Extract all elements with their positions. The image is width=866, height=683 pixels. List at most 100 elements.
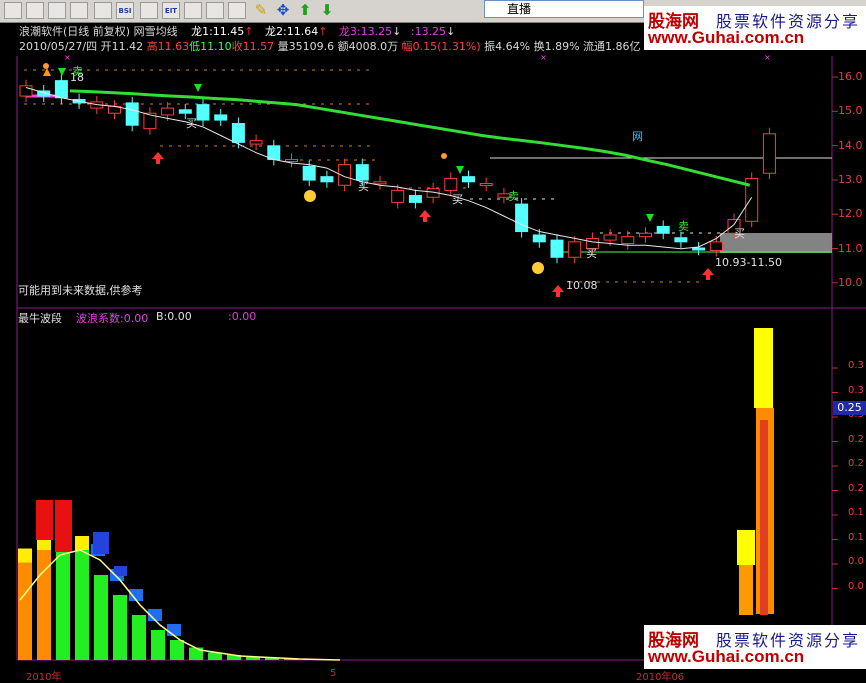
runner-icon bbox=[441, 153, 447, 159]
candle bbox=[515, 203, 529, 233]
watermark-url: www.Guhai.com.cn bbox=[648, 28, 805, 47]
watermark-url: www.Guhai.com.cn bbox=[648, 647, 805, 666]
wave-bar bbox=[113, 595, 127, 660]
wave-cap bbox=[18, 548, 32, 563]
candle bbox=[161, 107, 175, 116]
candle bbox=[408, 195, 422, 203]
buy-label: 买 bbox=[358, 180, 369, 193]
wave-bar bbox=[56, 540, 70, 660]
candle bbox=[373, 181, 387, 185]
candle bbox=[19, 85, 33, 97]
sub-chart-name: 最牛波段 bbox=[18, 312, 62, 325]
candle bbox=[762, 133, 776, 174]
wave-peak-blue bbox=[114, 566, 127, 576]
b-value: B:0.00 bbox=[156, 310, 192, 323]
wave-bar bbox=[189, 647, 203, 660]
wave-bar bbox=[151, 630, 165, 660]
timeline-mid: 2010年06 bbox=[636, 672, 685, 683]
wave-axis-label: 0.1 bbox=[848, 507, 864, 518]
price-axis-label: 14.0 bbox=[838, 138, 863, 152]
candle bbox=[674, 237, 688, 243]
wave-axis-label: 0.3 bbox=[848, 384, 864, 396]
watermark-bottom: 股海网 股票软件资源分享 www.Guhai.com.cn bbox=[644, 625, 866, 669]
price-axis-label: 12.0 bbox=[838, 207, 863, 221]
range-label: 10.93-11.50 bbox=[715, 256, 782, 269]
wave-bar bbox=[170, 640, 184, 660]
net-label: 网 bbox=[632, 130, 643, 143]
wave-peak-red bbox=[36, 500, 53, 540]
wave-bar-right-5 bbox=[760, 420, 768, 615]
x-marker-icon: × bbox=[64, 53, 71, 62]
candle bbox=[692, 247, 706, 251]
timeline-year: 2010年 bbox=[26, 672, 62, 683]
price-axis-label: 15.0 bbox=[838, 104, 863, 118]
wave-coef: 波浪系数:0.00 bbox=[76, 312, 149, 325]
candle bbox=[178, 109, 192, 114]
future-data-warning: 可能用到未来数据,供参考 bbox=[18, 284, 143, 297]
wave-bar bbox=[94, 575, 108, 660]
x-marker-icon: × bbox=[540, 53, 547, 62]
price-axis-label: 10.0 bbox=[838, 275, 863, 289]
candle bbox=[444, 177, 458, 191]
wave-peak-blue bbox=[93, 532, 109, 554]
wave-axis-label: 0.2 bbox=[848, 433, 864, 445]
candle bbox=[656, 225, 670, 234]
price-axis-label: 13.0 bbox=[838, 172, 863, 186]
candle bbox=[302, 165, 316, 181]
buy-signal-icon bbox=[419, 210, 431, 222]
candle bbox=[214, 114, 228, 121]
wave-bar bbox=[132, 615, 146, 660]
wave-bar-right-4 bbox=[754, 328, 773, 408]
candle bbox=[479, 183, 493, 187]
extra-value: :0.00 bbox=[228, 310, 257, 323]
money-bag-icon bbox=[532, 262, 544, 274]
candle bbox=[54, 80, 68, 99]
candle bbox=[391, 189, 405, 203]
sell-arrow-icon bbox=[646, 214, 654, 222]
sell-arrow-icon bbox=[456, 166, 464, 174]
price-axis-label: 11.0 bbox=[838, 241, 863, 255]
wave-cap-blue bbox=[167, 624, 181, 636]
candle bbox=[285, 159, 298, 163]
price-chart[interactable]: × × × bbox=[0, 0, 866, 679]
candle bbox=[532, 234, 546, 243]
buy-label: 买 bbox=[452, 193, 463, 206]
low-label: 10.08 bbox=[566, 279, 598, 292]
price-axis-label: 16.0 bbox=[838, 70, 863, 83]
sell-arrow-icon bbox=[58, 68, 66, 76]
buy-signal-icon bbox=[152, 152, 164, 164]
wave-peak-red bbox=[55, 500, 72, 552]
candle bbox=[568, 241, 582, 258]
buy-signal-icon bbox=[552, 285, 564, 297]
wave-axis-label: 0.2 bbox=[848, 482, 864, 494]
wave-bar bbox=[18, 562, 32, 660]
candle bbox=[320, 176, 334, 183]
buy-arrow-icon bbox=[43, 68, 51, 76]
candle bbox=[249, 140, 263, 145]
sell-label: 卖 bbox=[678, 220, 689, 233]
wave-axis-label: 0.1 bbox=[848, 531, 864, 543]
candle bbox=[621, 236, 635, 245]
ma-green-line bbox=[69, 89, 751, 187]
candle bbox=[639, 232, 652, 238]
buy-label: 买 bbox=[586, 247, 597, 260]
candle bbox=[231, 123, 245, 143]
buy-label: 买 bbox=[186, 117, 197, 130]
wave-cap bbox=[75, 536, 89, 550]
wave-bar-right-2 bbox=[737, 530, 755, 565]
watermark-top: 股海网 股票软件资源分享 www.Guhai.com.cn bbox=[644, 6, 866, 50]
sell-label: 卖 bbox=[508, 190, 519, 203]
candle bbox=[196, 104, 210, 121]
wave-axis-label: 0.3 bbox=[848, 360, 864, 371]
runner-icon bbox=[43, 63, 49, 69]
candle bbox=[709, 241, 723, 251]
buy-signal-icon bbox=[702, 268, 714, 280]
wave-axis-label: 0.0 bbox=[848, 556, 864, 567]
wave-bar-right-1 bbox=[739, 560, 753, 615]
money-bag-icon bbox=[304, 190, 316, 202]
buy-label: 买 bbox=[734, 227, 745, 240]
candle bbox=[550, 239, 564, 258]
wave-axis-highlight: 0.25 bbox=[833, 401, 866, 415]
candle bbox=[125, 102, 139, 126]
wave-bar bbox=[75, 550, 89, 660]
